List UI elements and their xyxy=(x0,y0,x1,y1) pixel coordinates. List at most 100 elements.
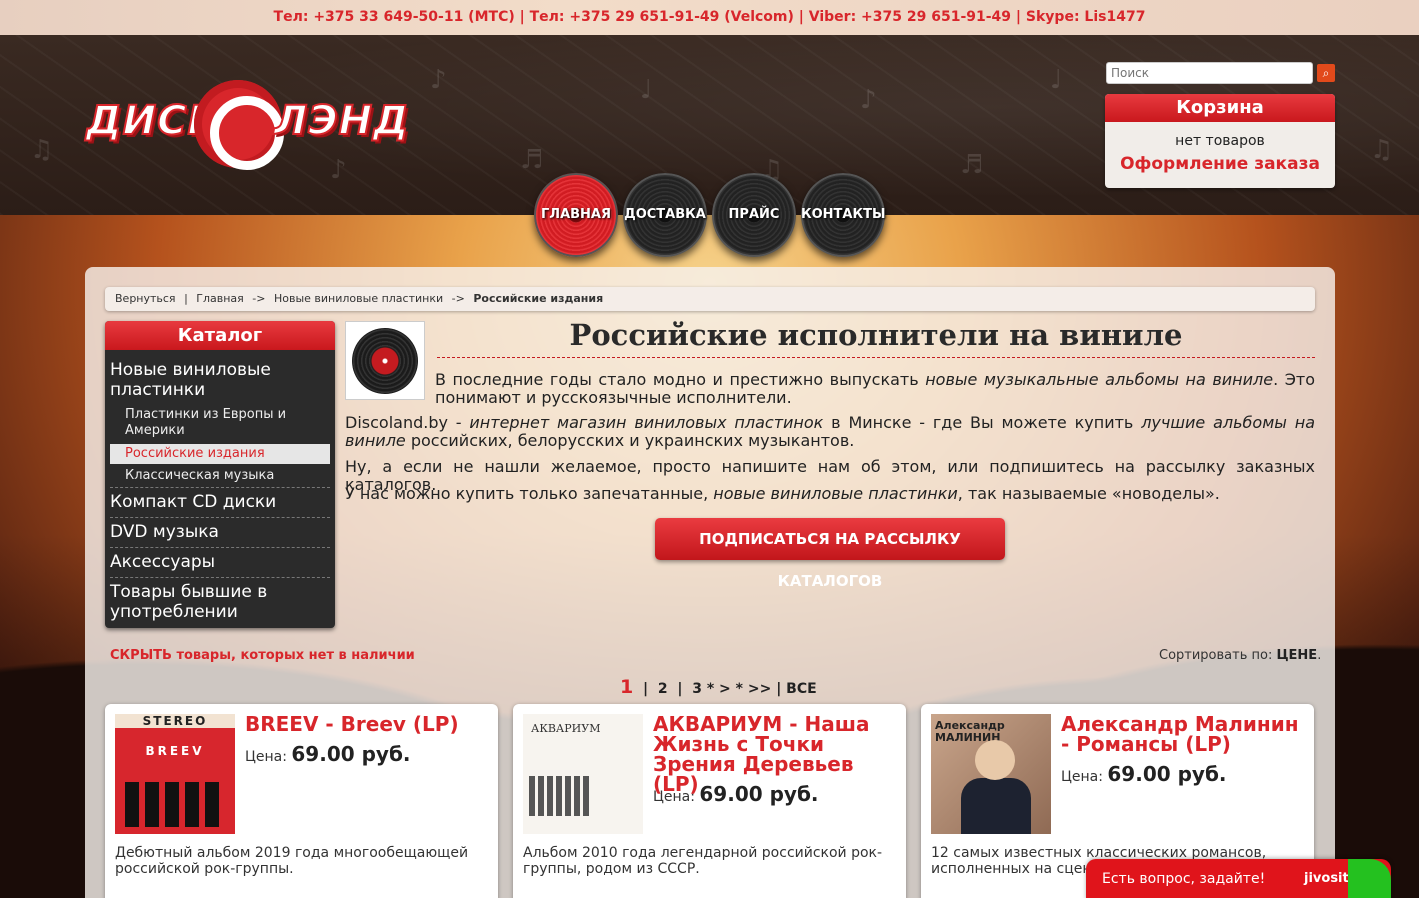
vinyl-record-icon xyxy=(352,328,418,394)
singer-body xyxy=(961,778,1031,834)
search-input[interactable] xyxy=(1106,62,1313,84)
band-silhouette xyxy=(125,782,225,827)
nav-delivery[interactable]: ДОСТАВКА xyxy=(623,173,707,257)
intro-text: В последние годы стало модно и престижно… xyxy=(435,370,926,389)
nav-home[interactable]: ГЛАВНАЯ xyxy=(534,173,618,257)
site-logo[interactable]: ДИСК ЛЭНД xyxy=(84,80,410,170)
product-title[interactable]: BREEV - Breev (LP) xyxy=(245,714,490,734)
page-separator: | xyxy=(672,681,688,697)
catalog-item-dvd[interactable]: DVD музыка xyxy=(105,522,335,542)
page-title: Российские исполнители на виниле xyxy=(437,318,1315,358)
product-cover[interactable]: Александр МАЛИНИН xyxy=(931,714,1051,834)
page-link-2[interactable]: 2 xyxy=(658,681,668,697)
pagination: 1 | 2 | 3 * > * >> | ВСЕ xyxy=(620,676,817,698)
intro-text: российских, белорусских и украинских муз… xyxy=(405,431,855,450)
product-price: Цена: 69.00 руб. xyxy=(653,782,819,806)
cover-text: STEREO xyxy=(115,714,235,728)
breadcrumb-separator: | xyxy=(184,292,188,305)
music-note-icon: ♪ xyxy=(860,85,877,115)
intro-emphasis: интернет магазин виниловых пластинок xyxy=(469,413,824,432)
subscribe-button[interactable]: ПОДПИСАТЬСЯ НА РАССЫЛКУ КАТАЛОГОВ xyxy=(655,518,1005,590)
breadcrumb-current: Российские издания xyxy=(473,292,604,305)
price-label: Цена: xyxy=(653,789,695,805)
cart-empty-text: нет товаров xyxy=(1175,133,1265,149)
product-cover[interactable]: STEREO BREEV xyxy=(115,714,235,834)
price-label: Цена: xyxy=(245,749,287,765)
music-note-icon: ♪ xyxy=(430,65,447,95)
intro-paragraph-2: Discoland.by - интернет магазин виниловы… xyxy=(345,414,1315,450)
music-note-icon: ♫ xyxy=(1370,135,1394,165)
cart-title[interactable]: Корзина xyxy=(1105,94,1335,122)
nav-price[interactable]: ПРАЙС xyxy=(712,173,796,257)
music-note-icon: ♬ xyxy=(960,150,984,180)
breadcrumb: Вернуться | Главная -> Новые виниловые п… xyxy=(105,287,1315,311)
price-value: 69.00 руб. xyxy=(291,742,411,766)
product-title[interactable]: Александр Малинин - Романсы (LP) xyxy=(1061,714,1306,754)
catalog-item-accessories[interactable]: Аксессуары xyxy=(105,552,335,572)
product-description: Дебютный альбом 2019 года многообещающей… xyxy=(115,845,469,877)
music-note-icon: ♫ xyxy=(30,135,54,165)
singer-face xyxy=(975,740,1015,780)
intro-paragraph-1: В последние годы стало модно и престижно… xyxy=(435,371,1315,407)
intro-text: в Минске - где Вы можете купить xyxy=(823,413,1142,432)
sort-control: Сортировать по: ЦЕНЕ. xyxy=(1159,648,1321,663)
page-nav-links[interactable]: * > * >> | ВСЕ xyxy=(707,681,817,697)
product-price: Цена: 69.00 руб. xyxy=(245,742,411,766)
contact-bar: Тел: +375 33 649-50-11 (МТС) | Тел: +375… xyxy=(0,0,1419,35)
product-cover[interactable]: АКВАРИУМ xyxy=(523,714,643,834)
music-note-icon: ♬ xyxy=(520,145,544,175)
catalog-divider xyxy=(110,487,330,488)
chat-label[interactable]: Есть вопрос, задайте! xyxy=(1102,871,1265,887)
price-value: 69.00 руб. xyxy=(1107,762,1227,786)
search-icon[interactable]: ⌕ xyxy=(1317,64,1335,82)
sort-value-link[interactable]: ЦЕНЕ xyxy=(1276,648,1317,663)
sort-dot: . xyxy=(1317,648,1322,663)
catalog-subitem-russian[interactable]: Российские издания xyxy=(110,444,330,464)
intro-emphasis: новые виниловые пластинки xyxy=(713,484,958,503)
hide-unavailable-link[interactable]: СКРЫТЬ товары, которых нет в наличии xyxy=(110,648,415,663)
sort-label: Сортировать по: xyxy=(1159,648,1273,663)
checkout-link[interactable]: Оформление заказа xyxy=(1105,154,1335,174)
product-price: Цена: 69.00 руб. xyxy=(1061,762,1227,786)
catalog-item-used[interactable]: Товары бывшие в употреблении xyxy=(105,582,335,622)
product-card: STEREO BREEV BREEV - Breev (LP) Цена: 69… xyxy=(105,704,498,898)
intro-emphasis: новые музыкальные альбомы на виниле xyxy=(925,370,1274,389)
logo-text-right: ЛЭНД xyxy=(273,97,410,145)
vinyl-record-image xyxy=(345,321,425,400)
logo-disc-icon xyxy=(194,80,284,170)
music-note-icon: ♩ xyxy=(1050,65,1063,95)
catalog-subitem-classical[interactable]: Классическая музыка xyxy=(105,468,335,484)
breadcrumb-back[interactable]: Вернуться xyxy=(115,292,176,305)
page-link-3[interactable]: 3 xyxy=(692,681,702,697)
breadcrumb-section[interactable]: Новые виниловые пластинки xyxy=(274,292,443,305)
cover-text: АКВАРИУМ xyxy=(531,722,601,735)
chat-widget[interactable]: Есть вопрос, задайте! jivosite xyxy=(1086,859,1391,898)
cart-widget: Корзина нет товаров Оформление заказа xyxy=(1105,94,1335,188)
album-cover-image: Александр МАЛИНИН xyxy=(931,714,1051,834)
price-label: Цена: xyxy=(1061,769,1103,785)
intro-text: Discoland.by - xyxy=(345,413,470,432)
product-card: АКВАРИУМ АКВАРИУМ - Наша Жизнь с Точки З… xyxy=(513,704,906,898)
catalog-sidebar: Каталог Новые виниловые пластинки Пласти… xyxy=(105,321,335,628)
intro-text: У нас можно купить только запечатанные, xyxy=(345,484,714,503)
music-note-icon: ♩ xyxy=(640,75,653,105)
band-photo xyxy=(529,776,589,816)
catalog-divider xyxy=(110,577,330,578)
catalog-subitem-europe[interactable]: Пластинки из Европы и Америки xyxy=(105,407,335,439)
nav-contacts[interactable]: КОНТАКТЫ xyxy=(801,173,885,257)
catalog-divider xyxy=(110,517,330,518)
breadcrumb-arrow: -> xyxy=(252,292,266,305)
chat-status-icon[interactable] xyxy=(1348,859,1391,898)
album-cover-image: АКВАРИУМ xyxy=(523,714,643,834)
catalog-divider xyxy=(110,547,330,548)
catalog-item-cd[interactable]: Компакт CD диски xyxy=(105,492,335,512)
album-cover-image: STEREO BREEV xyxy=(115,714,235,834)
product-description: Альбом 2010 года легендарной российской … xyxy=(523,845,883,877)
page-current: 1 xyxy=(620,676,634,698)
catalog-title: Каталог xyxy=(105,321,335,350)
breadcrumb-arrow: -> xyxy=(451,292,465,305)
page-separator: | xyxy=(638,681,653,697)
intro-text: , так называемые «новоделы». xyxy=(957,484,1220,503)
catalog-item-new-vinyl[interactable]: Новые виниловые пластинки xyxy=(105,360,335,400)
breadcrumb-home[interactable]: Главная xyxy=(196,292,244,305)
